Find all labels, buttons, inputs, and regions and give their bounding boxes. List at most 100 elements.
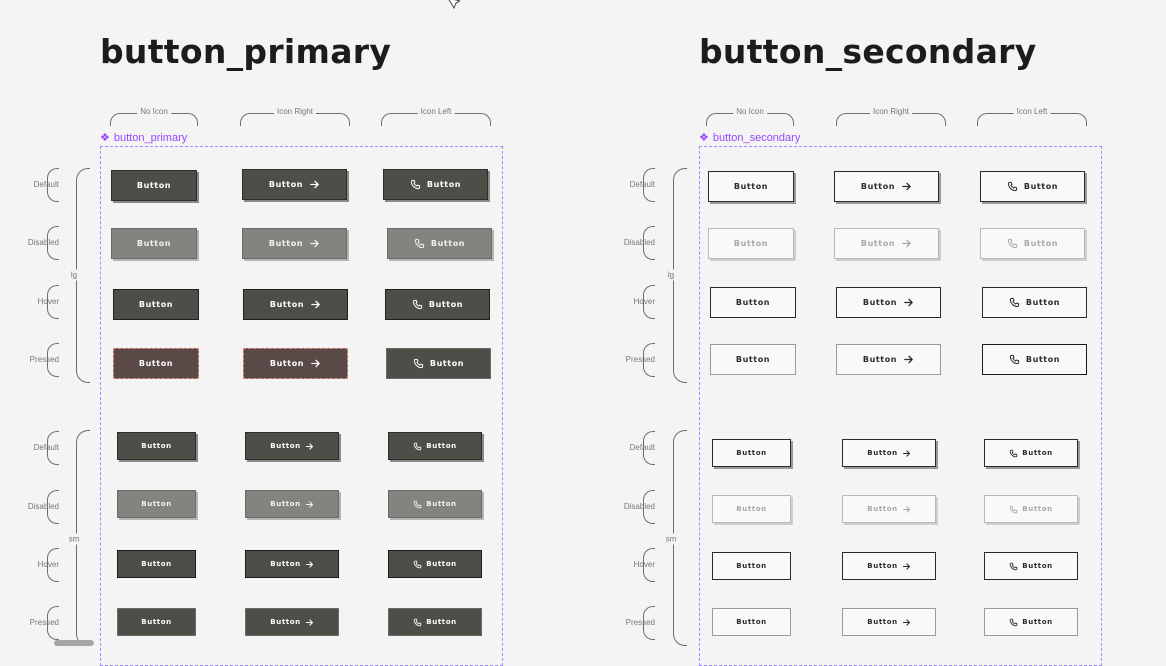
phone-icon: [1010, 618, 1018, 626]
button-label: Button: [138, 359, 174, 368]
secondary-button-lg-default-icon-right[interactable]: Button: [834, 171, 939, 202]
component-label-primary[interactable]: ❖ button_primary: [100, 131, 187, 145]
primary-button-sm-pressed-no-icon[interactable]: Button: [117, 608, 196, 636]
phone-icon: [414, 560, 422, 568]
size-label-sm: sm: [65, 533, 83, 545]
button-label: Button: [426, 560, 457, 568]
secondary-button-lg-pressed-icon-right[interactable]: Button: [836, 344, 941, 375]
arrow-right-icon: [305, 500, 313, 508]
secondary-button-lg-default-icon-left[interactable]: Button: [980, 171, 1085, 202]
arrow-right-icon: [310, 239, 319, 248]
primary-button-lg-default-no-icon[interactable]: Button: [111, 170, 197, 201]
primary-button-sm-pressed-icon-left[interactable]: Button: [388, 608, 482, 636]
button-label: Button: [860, 182, 896, 191]
secondary-button-sm-hover-icon-right[interactable]: Button: [842, 552, 936, 580]
arrow-right-icon: [904, 355, 913, 364]
secondary-button-sm-hover-no-icon[interactable]: Button: [712, 552, 791, 580]
button-label: Button: [426, 442, 457, 450]
secondary-button-lg-pressed-no-icon[interactable]: Button: [710, 344, 796, 375]
primary-button-lg-pressed-no-icon[interactable]: Button: [113, 348, 199, 379]
primary-button-lg-hover-no-icon[interactable]: Button: [113, 289, 199, 320]
state-bracket: [643, 490, 655, 524]
column-header-no-icon: No Icon: [110, 106, 198, 126]
horizontal-scrollbar[interactable]: [54, 640, 94, 646]
primary-button-sm-hover-icon-left[interactable]: Button: [388, 550, 482, 578]
button-label: Button: [736, 505, 767, 513]
column-header-no-icon: No Icon: [706, 106, 794, 126]
primary-button-sm-disabled-icon-left[interactable]: Button: [388, 490, 482, 518]
secondary-button-lg-disabled-icon-left[interactable]: Button: [980, 228, 1085, 259]
button-label: Button: [269, 359, 305, 368]
secondary-button-sm-default-icon-right[interactable]: Button: [842, 439, 936, 467]
state-bracket: [47, 431, 59, 465]
primary-button-lg-disabled-icon-right[interactable]: Button: [242, 228, 347, 259]
secondary-button-sm-pressed-no-icon[interactable]: Button: [712, 608, 791, 636]
secondary-button-sm-default-icon-left[interactable]: Button: [984, 439, 1078, 467]
secondary-button-sm-disabled-no-icon[interactable]: Button: [712, 495, 791, 523]
secondary-button-lg-hover-icon-left[interactable]: Button: [982, 287, 1087, 318]
secondary-button-sm-default-no-icon[interactable]: Button: [712, 439, 791, 467]
component-icon: ❖: [699, 132, 709, 144]
button-label: Button: [426, 500, 457, 508]
arrow-right-icon: [902, 182, 911, 191]
section-title-primary: button_primary: [100, 32, 392, 71]
primary-button-lg-default-icon-left[interactable]: Button: [383, 169, 488, 200]
button-label: Button: [733, 239, 769, 248]
primary-button-lg-disabled-icon-left[interactable]: Button: [387, 228, 492, 259]
secondary-button-lg-default-no-icon[interactable]: Button: [708, 171, 794, 202]
component-label-secondary[interactable]: ❖ button_secondary: [699, 131, 800, 145]
component-frame-secondary[interactable]: [699, 146, 1102, 666]
phone-icon: [414, 442, 422, 450]
button-label: Button: [426, 618, 457, 626]
secondary-button-lg-disabled-icon-right[interactable]: Button: [834, 228, 939, 259]
phone-icon: [1007, 181, 1018, 192]
state-bracket: [643, 548, 655, 582]
primary-button-sm-hover-no-icon[interactable]: Button: [117, 550, 196, 578]
primary-button-lg-default-icon-right[interactable]: Button: [242, 169, 347, 200]
primary-button-lg-hover-icon-right[interactable]: Button: [243, 289, 348, 320]
primary-button-lg-pressed-icon-left[interactable]: Button: [386, 348, 491, 379]
button-label: Button: [270, 560, 301, 568]
phone-icon: [1010, 505, 1018, 513]
button-label: Button: [736, 618, 767, 626]
secondary-button-lg-hover-no-icon[interactable]: Button: [710, 287, 796, 318]
primary-button-sm-pressed-icon-right[interactable]: Button: [245, 608, 339, 636]
secondary-button-lg-hover-icon-right[interactable]: Button: [836, 287, 941, 318]
state-bracket: [47, 285, 59, 319]
primary-button-sm-default-no-icon[interactable]: Button: [117, 432, 196, 460]
button-label: Button: [1023, 182, 1059, 191]
button-label: Button: [1025, 298, 1061, 307]
arrow-right-icon: [305, 560, 313, 568]
primary-button-lg-disabled-no-icon[interactable]: Button: [111, 228, 197, 259]
column-header-icon-left: Icon Left: [977, 106, 1087, 126]
button-label: Button: [141, 500, 172, 508]
primary-button-sm-default-icon-left[interactable]: Button: [388, 432, 482, 460]
phone-icon: [414, 500, 422, 508]
primary-button-sm-default-icon-right[interactable]: Button: [245, 432, 339, 460]
button-label: Button: [862, 355, 898, 364]
secondary-button-sm-hover-icon-left[interactable]: Button: [984, 552, 1078, 580]
primary-button-sm-disabled-icon-right[interactable]: Button: [245, 490, 339, 518]
component-frame-primary[interactable]: [100, 146, 503, 666]
arrow-right-icon: [902, 239, 911, 248]
secondary-button-sm-pressed-icon-left[interactable]: Button: [984, 608, 1078, 636]
column-header-icon-left: Icon Left: [381, 106, 491, 126]
primary-button-lg-hover-icon-left[interactable]: Button: [385, 289, 490, 320]
button-label: Button: [426, 180, 462, 189]
button-label: Button: [1022, 505, 1053, 513]
secondary-button-lg-pressed-icon-left[interactable]: Button: [982, 344, 1087, 375]
phone-icon: [1007, 238, 1018, 249]
button-label: Button: [736, 562, 767, 570]
secondary-button-sm-disabled-icon-left[interactable]: Button: [984, 495, 1078, 523]
secondary-button-lg-disabled-no-icon[interactable]: Button: [708, 228, 794, 259]
primary-button-sm-hover-icon-right[interactable]: Button: [245, 550, 339, 578]
arrow-right-icon: [902, 449, 910, 457]
primary-button-sm-disabled-no-icon[interactable]: Button: [117, 490, 196, 518]
button-label: Button: [270, 500, 301, 508]
secondary-button-sm-disabled-icon-right[interactable]: Button: [842, 495, 936, 523]
button-label: Button: [862, 298, 898, 307]
primary-button-lg-pressed-icon-right[interactable]: Button: [243, 348, 348, 379]
secondary-button-sm-pressed-icon-right[interactable]: Button: [842, 608, 936, 636]
state-bracket: [643, 343, 655, 377]
button-label: Button: [1023, 239, 1059, 248]
